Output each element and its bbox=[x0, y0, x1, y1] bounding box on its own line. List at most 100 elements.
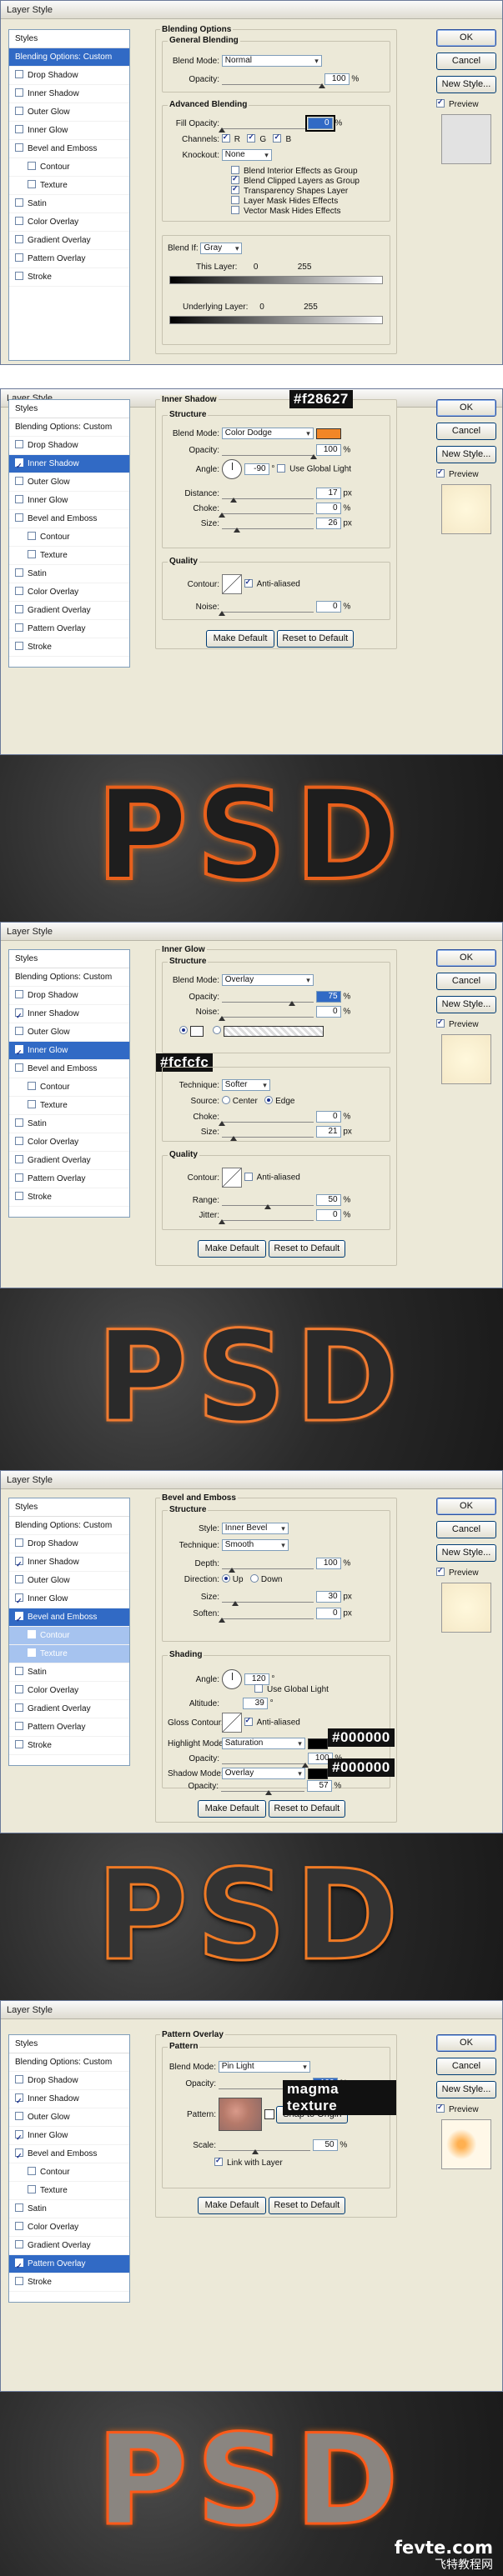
sidebar-item-bevel-emboss[interactable]: Bevel and Emboss bbox=[9, 1060, 129, 1078]
sidebar-item-color-overlay[interactable]: Color Overlay bbox=[9, 583, 129, 602]
size-slider[interactable] bbox=[221, 1591, 314, 1606]
preview-checkbox[interactable] bbox=[436, 1018, 445, 1028]
sidebar-item-texture[interactable]: Texture bbox=[9, 1645, 129, 1663]
sidebar-item-inner-shadow[interactable]: Inner Shadow bbox=[9, 85, 129, 103]
sh-opacity-slider[interactable] bbox=[220, 1780, 304, 1795]
size-slider[interactable] bbox=[221, 1126, 314, 1141]
satin-checkbox[interactable] bbox=[15, 568, 23, 577]
bevel-checkbox[interactable] bbox=[15, 143, 23, 152]
outer-glow-checkbox[interactable] bbox=[15, 1027, 23, 1035]
contour-checkbox[interactable] bbox=[28, 1630, 36, 1638]
inner-shadow-checkbox[interactable] bbox=[15, 2092, 23, 2110]
reset-default-button[interactable]: Reset to Default bbox=[268, 1240, 345, 1258]
sidebar-item-gradient-overlay[interactable]: Gradient Overlay bbox=[9, 2237, 129, 2255]
depth-input[interactable]: 100 bbox=[315, 1558, 341, 1569]
highlight-color-swatch[interactable] bbox=[307, 1738, 328, 1749]
opacity-slider[interactable] bbox=[221, 991, 314, 1006]
new-style-button[interactable]: New Style... bbox=[436, 2081, 496, 2098]
shadow-color-swatch[interactable] bbox=[315, 428, 341, 439]
scale-input[interactable]: 50 bbox=[312, 2139, 338, 2151]
stroke-checkbox[interactable] bbox=[15, 2277, 23, 2285]
sidebar-item-styles[interactable]: Styles bbox=[9, 950, 129, 968]
blend-if-select[interactable]: Gray bbox=[200, 243, 243, 254]
outer-glow-checkbox[interactable] bbox=[15, 2112, 23, 2120]
sidebar-item-blending-options[interactable]: Blending Options: Custom bbox=[9, 968, 129, 987]
outer-glow-checkbox[interactable] bbox=[15, 1575, 23, 1583]
color-overlay-checkbox[interactable] bbox=[15, 587, 23, 595]
scale-slider[interactable] bbox=[218, 2139, 310, 2154]
choke-slider[interactable] bbox=[218, 503, 314, 518]
preview-toggle[interactable]: Preview bbox=[436, 1566, 496, 1578]
gradient-overlay-checkbox[interactable] bbox=[15, 235, 23, 243]
sidebar-item-texture[interactable]: Texture bbox=[9, 2182, 129, 2200]
noise-input[interactable]: 0 bbox=[315, 601, 341, 613]
shadow-mode-select[interactable]: Overlay bbox=[221, 1768, 305, 1779]
sidebar-item-drop-shadow[interactable]: Drop Shadow bbox=[9, 1535, 129, 1553]
reset-default-button[interactable]: Reset to Default bbox=[268, 2197, 345, 2214]
sidebar-item-inner-glow[interactable]: Inner Glow bbox=[9, 2127, 129, 2147]
sidebar-item-bevel-emboss[interactable]: Bevel and Emboss bbox=[9, 1608, 129, 1628]
underlying-gradient[interactable] bbox=[169, 316, 383, 324]
sh-opacity-input[interactable]: 57 bbox=[306, 1780, 332, 1792]
opt-checkbox[interactable] bbox=[231, 184, 239, 194]
cancel-button[interactable]: Cancel bbox=[436, 2058, 496, 2075]
slider-knob[interactable] bbox=[228, 1568, 235, 1573]
opacity-input[interactable]: 100 bbox=[324, 73, 350, 85]
distance-input[interactable]: 17 bbox=[315, 488, 341, 499]
sidebar-item-stroke[interactable]: Stroke bbox=[9, 1737, 129, 1755]
inner-glow-checkbox[interactable] bbox=[15, 2128, 23, 2147]
pattern-overlay-checkbox[interactable] bbox=[15, 253, 23, 262]
sidebar-item-color-overlay[interactable]: Color Overlay bbox=[9, 1133, 129, 1152]
anti-aliased-checkbox[interactable] bbox=[244, 1172, 253, 1181]
bevel-checkbox[interactable] bbox=[15, 2147, 23, 2165]
soften-slider[interactable] bbox=[218, 1608, 314, 1623]
color-overlay-checkbox[interactable] bbox=[15, 217, 23, 225]
opacity-slider[interactable] bbox=[221, 73, 325, 88]
sidebar-item-styles[interactable]: Styles bbox=[9, 30, 129, 48]
opt-checkbox[interactable] bbox=[231, 196, 239, 204]
inner-glow-checkbox[interactable] bbox=[15, 495, 23, 503]
sidebar-item-inner-glow[interactable]: Inner Glow bbox=[9, 1042, 129, 1062]
slider-knob[interactable] bbox=[218, 1618, 225, 1623]
knockout-select[interactable]: None bbox=[221, 149, 272, 161]
this-layer-gradient[interactable] bbox=[169, 276, 383, 284]
stroke-checkbox[interactable] bbox=[15, 1192, 23, 1200]
sidebar-item-inner-shadow[interactable]: Inner Shadow bbox=[9, 1553, 129, 1573]
noise-input[interactable]: 0 bbox=[315, 1006, 341, 1018]
opt-checkbox[interactable] bbox=[231, 174, 239, 184]
size-input[interactable]: 21 bbox=[315, 1126, 341, 1138]
angle-dial[interactable] bbox=[221, 1669, 242, 1689]
style-select[interactable]: Inner Bevel bbox=[221, 1523, 289, 1534]
color-overlay-checkbox[interactable] bbox=[15, 1137, 23, 1145]
inner-shadow-checkbox[interactable] bbox=[15, 1555, 23, 1573]
texture-checkbox[interactable] bbox=[28, 2185, 36, 2193]
preview-toggle[interactable]: Preview bbox=[436, 468, 496, 479]
sidebar-item-color-overlay[interactable]: Color Overlay bbox=[9, 2218, 129, 2237]
sidebar-item-satin[interactable]: Satin bbox=[9, 195, 129, 213]
color-overlay-checkbox[interactable] bbox=[15, 2222, 23, 2230]
sidebar-item-styles[interactable]: Styles bbox=[9, 400, 129, 418]
slider-knob[interactable] bbox=[218, 1016, 225, 1021]
blend-mode-select[interactable]: Color Dodge bbox=[221, 428, 314, 439]
stroke-checkbox[interactable] bbox=[15, 272, 23, 280]
new-style-button[interactable]: New Style... bbox=[436, 996, 496, 1013]
preview-toggle[interactable]: Preview bbox=[436, 1018, 496, 1029]
sidebar-item-pattern-overlay[interactable]: Pattern Overlay bbox=[9, 620, 129, 638]
make-default-button[interactable]: Make Default bbox=[206, 630, 274, 648]
size-slider[interactable] bbox=[221, 518, 314, 533]
technique-select[interactable]: Softer bbox=[221, 1079, 270, 1091]
gradient-overlay-checkbox[interactable] bbox=[15, 1155, 23, 1163]
choke-input[interactable]: 0 bbox=[315, 503, 341, 514]
drop-shadow-checkbox[interactable] bbox=[15, 1538, 23, 1547]
texture-checkbox[interactable] bbox=[28, 180, 36, 188]
pattern-overlay-checkbox[interactable] bbox=[15, 1173, 23, 1182]
new-preset-icon[interactable] bbox=[264, 2109, 274, 2119]
make-default-button[interactable]: Make Default bbox=[198, 1800, 266, 1818]
sidebar-item-texture[interactable]: Texture bbox=[9, 547, 129, 565]
preview-checkbox[interactable] bbox=[436, 98, 445, 108]
slider-knob[interactable] bbox=[229, 1136, 237, 1141]
sidebar-item-pattern-overlay[interactable]: Pattern Overlay bbox=[9, 1718, 129, 1737]
drop-shadow-checkbox[interactable] bbox=[15, 990, 23, 998]
technique-select[interactable]: Smooth bbox=[221, 1539, 289, 1551]
sidebar-item-pattern-overlay[interactable]: Pattern Overlay bbox=[9, 250, 129, 268]
